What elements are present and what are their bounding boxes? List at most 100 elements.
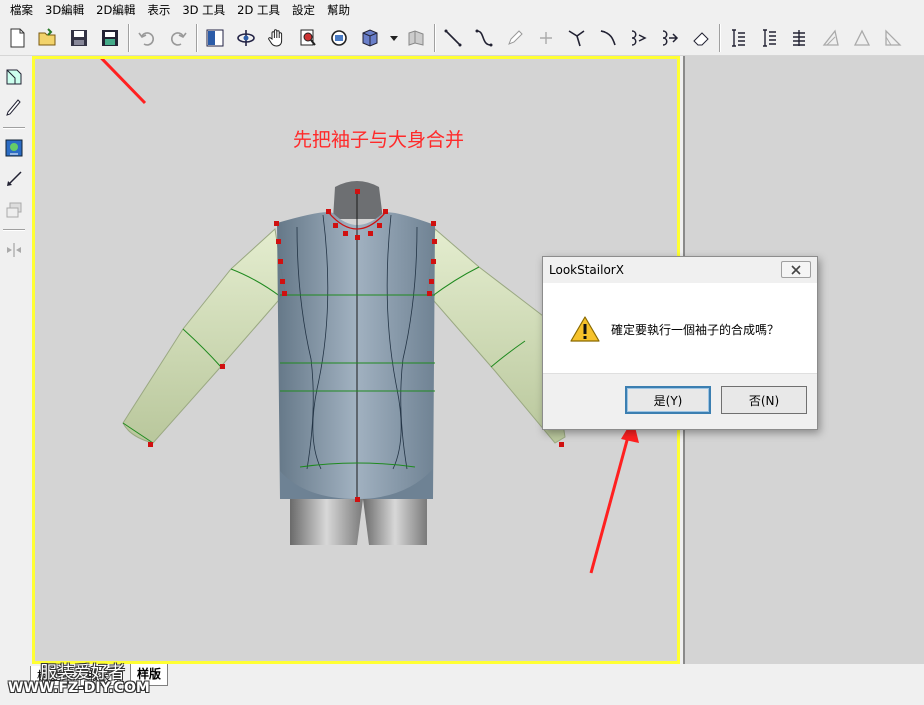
- brush-button[interactable]: [2, 96, 26, 120]
- line-tool-button[interactable]: [440, 25, 466, 51]
- menu-3d-tools[interactable]: 3D 工具: [176, 0, 231, 20]
- grade-split-button[interactable]: [787, 25, 813, 51]
- fit-view-button[interactable]: [326, 25, 352, 51]
- left-sleeve: [122, 228, 286, 444]
- dialog-body: 確定要執行一個袖子的合成嗎？: [543, 283, 817, 375]
- curve-icon: [475, 29, 493, 46]
- texture-icon: [408, 29, 424, 46]
- warning-icon: [570, 316, 600, 342]
- point-icon: [540, 31, 552, 44]
- rotate-view-button[interactable]: [233, 25, 259, 51]
- open-file-icon: [38, 27, 56, 45]
- seam-arrow-button[interactable]: [626, 25, 652, 51]
- dialog-close-button[interactable]: [781, 261, 811, 278]
- stack-button[interactable]: [2, 198, 26, 222]
- split-button[interactable]: [2, 238, 26, 262]
- grade-alt-icon: [763, 28, 776, 47]
- grade-button[interactable]: [725, 25, 751, 51]
- dart-icon: [568, 29, 585, 46]
- triangle-button[interactable]: [849, 25, 875, 51]
- confirm-dialog: LookStailorX 確定要執行一個袖子的合成嗎？ 是(Y) 否(N): [542, 256, 818, 430]
- zoom-icon: [300, 29, 316, 46]
- fit-view-icon: [331, 29, 347, 46]
- toolbar-separator: [434, 23, 436, 52]
- angle-button[interactable]: [818, 25, 844, 51]
- save-all-icon: [102, 29, 118, 46]
- dialog-yes-button[interactable]: 是(Y): [625, 386, 711, 414]
- mannequin-leg-left: [290, 499, 363, 545]
- sidebar-separator: [3, 127, 25, 129]
- measure-icon: [885, 28, 902, 46]
- toolbar-separator: [128, 23, 130, 52]
- panel-view-button[interactable]: [202, 25, 228, 51]
- arrow-to-menu: [100, 59, 147, 105]
- triangle-icon: [853, 29, 871, 46]
- menu-help[interactable]: 幫助: [321, 0, 356, 20]
- rotate-view-icon: [237, 29, 255, 46]
- render-mode-icon: [362, 28, 378, 47]
- menu-2d-edit[interactable]: 2D編輯: [90, 0, 141, 20]
- new-file-icon: [10, 28, 25, 47]
- arc-tool-button[interactable]: [595, 25, 621, 51]
- render-mode-dropdown[interactable]: [388, 25, 400, 51]
- render-mode-button[interactable]: [357, 25, 383, 51]
- redo-icon: [170, 31, 187, 46]
- measure-button[interactable]: [880, 25, 906, 51]
- pan-hand-button[interactable]: [264, 25, 290, 51]
- menu-view[interactable]: 表示: [141, 0, 176, 20]
- seam-arrow-icon: [631, 29, 647, 46]
- panel-view-icon: [206, 29, 224, 46]
- menu-3d-edit[interactable]: 3D編輯: [39, 0, 90, 20]
- mannequin-view-icon: [5, 139, 23, 157]
- open-file-button[interactable]: [35, 25, 61, 51]
- close-icon: [791, 264, 801, 275]
- line-icon: [444, 29, 462, 46]
- arrow-line-button[interactable]: [2, 167, 26, 191]
- toolbar-separator: [719, 23, 721, 52]
- undo-icon: [138, 31, 155, 46]
- dialog-no-button[interactable]: 否(N): [721, 386, 807, 414]
- select-3d-button[interactable]: [2, 65, 26, 89]
- main-toolbar: [0, 20, 924, 56]
- pencil-icon: [508, 29, 523, 45]
- mannequin-neck: [333, 181, 383, 219]
- grade-alt-button[interactable]: [756, 25, 782, 51]
- stack-icon: [6, 202, 22, 218]
- arc-icon: [600, 29, 616, 45]
- angle-icon: [822, 29, 839, 46]
- dart-tool-button[interactable]: [564, 25, 590, 51]
- eraser-icon: [693, 31, 709, 45]
- pencil-tool-button[interactable]: [502, 25, 528, 51]
- menu-2d-tools[interactable]: 2D 工具: [231, 0, 286, 20]
- toolbar-separator: [196, 23, 198, 52]
- mannequin-view-button[interactable]: [2, 136, 26, 160]
- dropdown-arrow-icon: [390, 35, 398, 41]
- dialog-message: 確定要執行一個袖子的合成嗎？: [611, 322, 780, 337]
- dialog-title-bar: LookStailorX: [543, 257, 817, 283]
- sidebar-separator: [3, 229, 25, 231]
- menu-file[interactable]: 檔案: [4, 0, 39, 20]
- menu-settings[interactable]: 設定: [286, 0, 321, 20]
- dialog-title: LookStailorX: [549, 263, 624, 277]
- redo-button[interactable]: [165, 25, 191, 51]
- curve-tool-button[interactable]: [471, 25, 497, 51]
- eraser-tool-button[interactable]: [688, 25, 714, 51]
- left-toolbar: [0, 57, 28, 667]
- undo-button[interactable]: [134, 25, 160, 51]
- point-tool-button[interactable]: [533, 25, 559, 51]
- mannequin-leg-right: [363, 499, 427, 545]
- bottom-tab-strip: 模型 服装 样版 服装爱好者 WWW.FZ-DIY.COM: [0, 663, 924, 705]
- dialog-button-row: 是(Y) 否(N): [543, 373, 817, 429]
- grade-icon: [732, 28, 745, 47]
- new-file-button[interactable]: [4, 25, 30, 51]
- seam-double-button[interactable]: [657, 25, 683, 51]
- arrow-line-icon: [7, 171, 22, 186]
- zoom-button[interactable]: [295, 25, 321, 51]
- texture-button[interactable]: [403, 25, 429, 51]
- save-all-button[interactable]: [97, 25, 123, 51]
- application-window: 檔案 3D編輯 2D編輯 表示 3D 工具 2D 工具 設定 幫助 先把袖子与大…: [0, 0, 924, 705]
- brush-icon: [6, 99, 21, 116]
- select-3d-icon: [6, 69, 22, 85]
- menubar: 檔案 3D編輯 2D編輯 表示 3D 工具 2D 工具 設定 幫助: [0, 0, 924, 20]
- save-button[interactable]: [66, 25, 92, 51]
